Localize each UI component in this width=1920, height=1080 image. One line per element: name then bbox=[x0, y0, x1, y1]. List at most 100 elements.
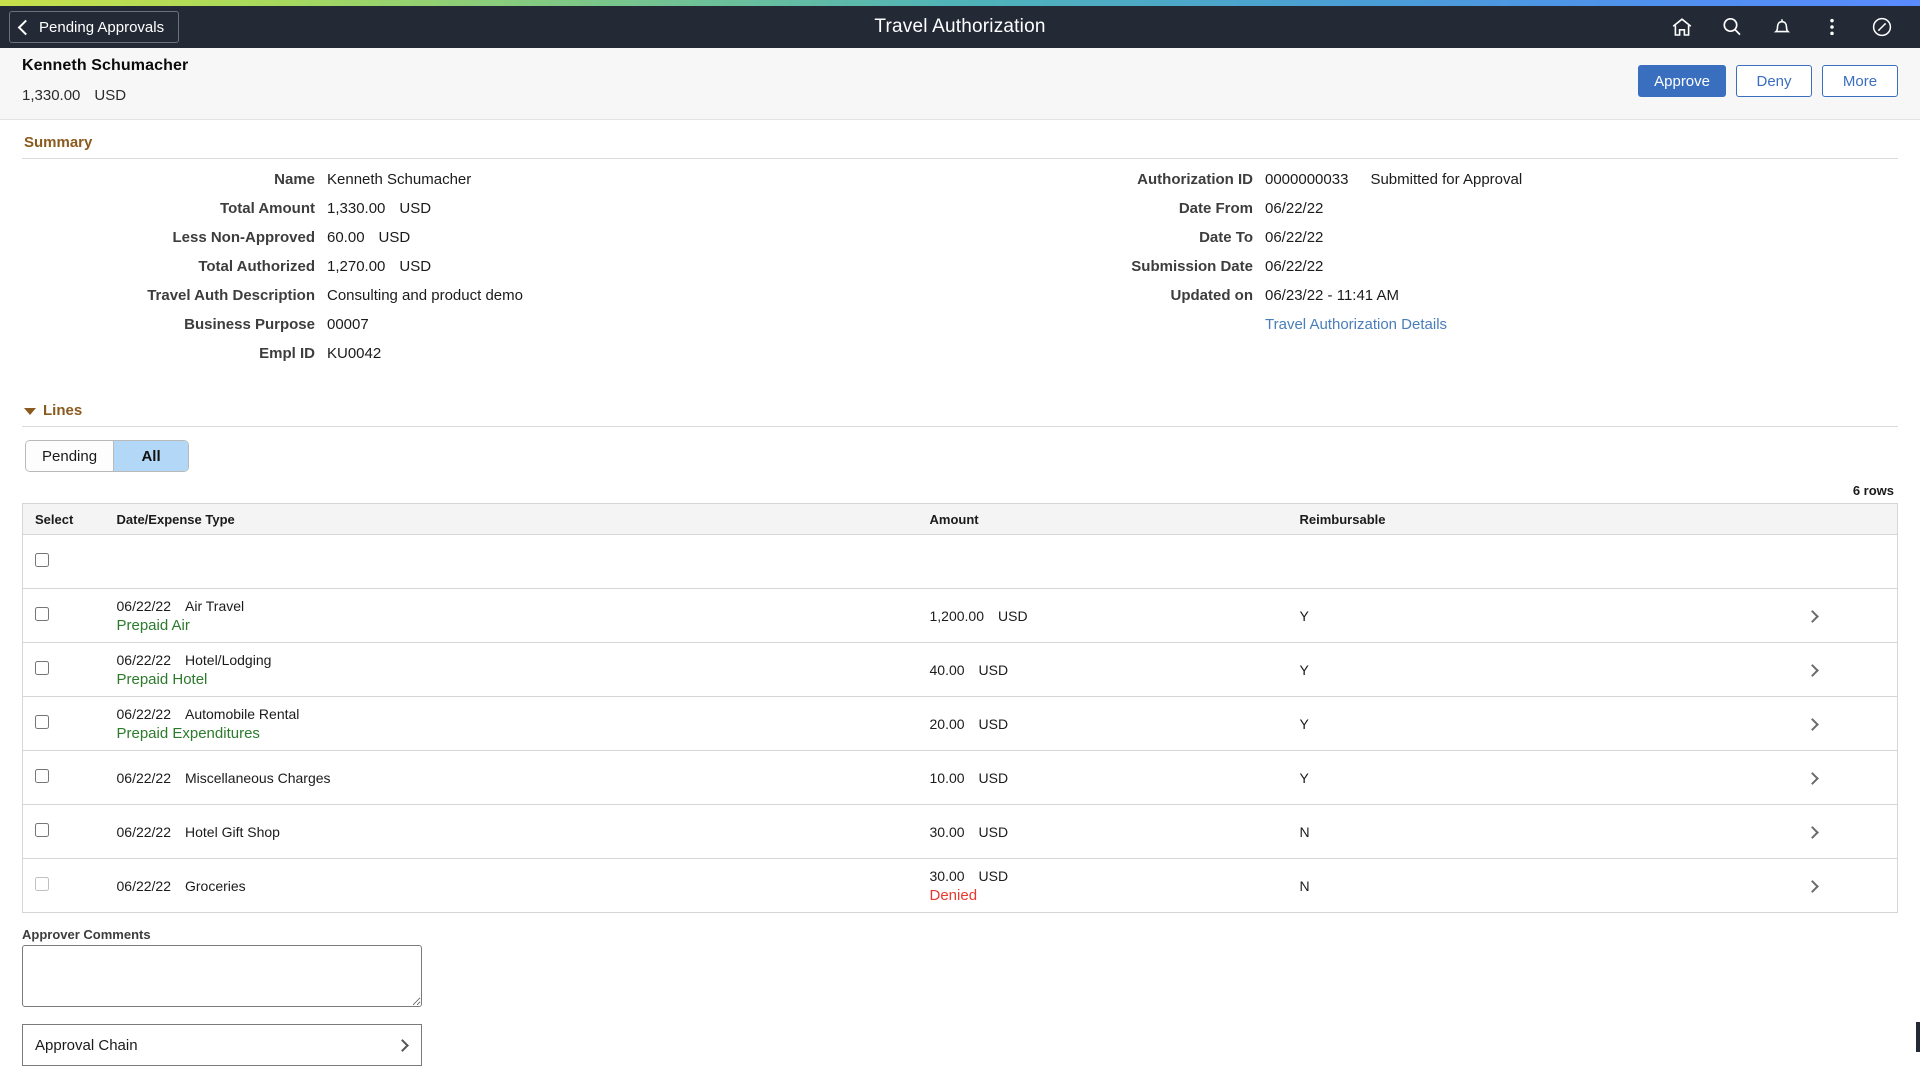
row-amount-cell: 10.00 USD bbox=[917, 750, 1288, 805]
chevron-right-icon[interactable] bbox=[1805, 825, 1819, 839]
row-checkbox[interactable] bbox=[35, 823, 49, 837]
row-amount-cell: 30.00 USD bbox=[917, 804, 1288, 859]
field-value: Consulting and product demo bbox=[327, 287, 523, 304]
row-reimbursable-cell: N bbox=[1287, 804, 1778, 859]
row-checkbox[interactable] bbox=[35, 607, 49, 621]
employee-name: Kenneth Schumacher bbox=[22, 57, 189, 74]
row-expense-type: Miscellaneous Charges bbox=[185, 769, 331, 786]
summary-details-link-row: Travel Authorization Details bbox=[960, 316, 1898, 333]
summary-section: Name Kenneth Schumacher Total Amount 1,3… bbox=[22, 159, 1898, 374]
row-select-cell bbox=[22, 696, 105, 751]
lines-section: Lines Pending All 6 rows Select Date/Exp… bbox=[22, 374, 1898, 913]
table-row: 06/22/22 Hotel Gift Shop 30.00 USD N bbox=[22, 804, 1898, 859]
home-icon[interactable] bbox=[1670, 15, 1694, 39]
table-row: 06/22/22 Miscellaneous Charges 10.00 USD … bbox=[22, 750, 1898, 805]
row-checkbox[interactable] bbox=[35, 715, 49, 729]
approval-chain-row[interactable]: Approval Chain bbox=[22, 1024, 422, 1066]
chevron-right-icon[interactable] bbox=[1805, 771, 1819, 785]
field-label: Name bbox=[274, 171, 315, 188]
tab-all[interactable]: All bbox=[114, 441, 189, 471]
row-expense-type: Automobile Rental bbox=[185, 705, 300, 722]
chevron-right-icon[interactable] bbox=[1805, 609, 1819, 623]
field-label: Total Authorized bbox=[198, 258, 315, 275]
lines-section-title[interactable]: Lines bbox=[22, 388, 1898, 427]
back-to-pending-approvals-button[interactable]: Pending Approvals bbox=[9, 11, 180, 43]
row-sub-status: Prepaid Hotel bbox=[116, 670, 208, 688]
field-value: 1,330.00 bbox=[327, 200, 386, 217]
row-count-label: 6 rows bbox=[1852, 483, 1894, 498]
page-title: Travel Authorization bbox=[874, 16, 1046, 37]
row-type-cell: 06/22/22 Hotel/Lodging Prepaid Hotel bbox=[104, 642, 918, 697]
field-label: Business Purpose bbox=[184, 316, 315, 333]
row-reimbursable-cell: Y bbox=[1287, 642, 1778, 697]
app-header: Pending Approvals Travel Authorization bbox=[0, 6, 1920, 48]
chevron-right-icon bbox=[396, 1038, 409, 1052]
nav-bar-compass-icon[interactable] bbox=[1870, 15, 1894, 39]
header-icon-group bbox=[1670, 15, 1920, 39]
chevron-right-icon[interactable] bbox=[1805, 717, 1819, 731]
more-button[interactable]: More bbox=[1822, 65, 1898, 97]
summary-field-date-to: Date To 06/22/22 bbox=[960, 229, 1898, 246]
summary-field-authorization-id: Authorization ID 0000000033 Submitted for… bbox=[960, 171, 1898, 188]
lines-filter-tabs: Pending All bbox=[26, 441, 189, 471]
row-checkbox[interactable] bbox=[35, 661, 49, 675]
row-currency: USD bbox=[998, 607, 1028, 624]
row-amount-cell: 1,200.00 USD bbox=[917, 588, 1288, 643]
search-icon[interactable] bbox=[1720, 15, 1744, 39]
select-all-checkbox[interactable] bbox=[35, 553, 49, 567]
row-amount: 40.00 bbox=[929, 661, 965, 678]
overflow-menu-icon[interactable] bbox=[1820, 15, 1844, 39]
field-value: 06/22/22 bbox=[1265, 229, 1324, 246]
chevron-right-icon[interactable] bbox=[1805, 663, 1819, 677]
field-label: Total Amount bbox=[220, 200, 315, 217]
notification-bell-icon[interactable] bbox=[1770, 15, 1794, 39]
row-detail-cell bbox=[1777, 588, 1898, 643]
row-checkbox[interactable] bbox=[35, 877, 49, 891]
select-all-row bbox=[22, 534, 1898, 589]
summary-section-title: Summary bbox=[22, 120, 1898, 159]
footer-section: Approver Comments Approval Chain bbox=[22, 913, 1898, 1066]
transaction-subheader: Kenneth Schumacher 1,330.00 USD Approve D… bbox=[0, 48, 1920, 120]
summary-field-total-amount: Total Amount 1,330.00 USD bbox=[22, 200, 960, 217]
main-content: Summary Name Kenneth Schumacher Total Am… bbox=[0, 120, 1920, 1066]
column-header-date-expense-type: Date/Expense Type bbox=[104, 503, 918, 535]
row-detail-cell bbox=[1777, 642, 1898, 697]
row-date: 06/22/22 bbox=[116, 651, 172, 668]
approve-button[interactable]: Approve bbox=[1638, 65, 1726, 97]
field-label: Empl ID bbox=[259, 345, 315, 362]
field-value: 60.00 bbox=[327, 229, 365, 246]
deny-button[interactable]: Deny bbox=[1736, 65, 1812, 97]
summary-left-column: Name Kenneth Schumacher Total Amount 1,3… bbox=[22, 171, 960, 374]
row-reimbursable-cell: N bbox=[1287, 858, 1778, 913]
column-header-reimbursable: Reimbursable bbox=[1287, 503, 1778, 535]
row-amount: 1,200.00 bbox=[929, 607, 985, 624]
field-value: KU0042 bbox=[327, 345, 382, 362]
field-value: 06/22/22 bbox=[1265, 258, 1324, 275]
field-unit: USD bbox=[399, 200, 432, 217]
row-amount: 30.00 bbox=[929, 867, 965, 884]
travel-authorization-details-link[interactable]: Travel Authorization Details bbox=[1265, 316, 1447, 333]
collapse-triangle-icon[interactable] bbox=[24, 408, 36, 415]
table-row: 06/22/22 Air Travel Prepaid Air 1,200.00… bbox=[22, 588, 1898, 643]
row-date: 06/22/22 bbox=[116, 769, 172, 786]
field-unit: USD bbox=[378, 229, 411, 246]
table-header-row: Select Date/Expense Type Amount Reimburs… bbox=[22, 503, 1898, 535]
row-reimbursable-cell: Y bbox=[1287, 750, 1778, 805]
summary-right-column: Authorization ID 0000000033 Submitted for… bbox=[960, 171, 1898, 374]
row-detail-cell bbox=[1777, 858, 1898, 913]
row-detail-cell bbox=[1777, 750, 1898, 805]
approval-chain-label: Approval Chain bbox=[35, 1036, 138, 1054]
row-checkbox[interactable] bbox=[35, 769, 49, 783]
row-reimbursable-cell: Y bbox=[1287, 696, 1778, 751]
row-type-cell: 06/22/22 Miscellaneous Charges bbox=[104, 750, 918, 805]
approver-comments-input[interactable] bbox=[22, 945, 422, 1007]
tab-pending[interactable]: Pending bbox=[26, 441, 115, 471]
chevron-right-icon[interactable] bbox=[1805, 879, 1819, 893]
summary-field-total-authorized: Total Authorized 1,270.00 USD bbox=[22, 258, 960, 275]
summary-title-label: Summary bbox=[24, 134, 93, 151]
back-button-label: Pending Approvals bbox=[39, 18, 165, 36]
row-detail-cell bbox=[1777, 696, 1898, 751]
approver-comments-label: Approver Comments bbox=[22, 927, 151, 942]
expense-lines-table: Select Date/Expense Type Amount Reimburs… bbox=[22, 503, 1898, 913]
transaction-total-currency: USD bbox=[94, 87, 127, 104]
